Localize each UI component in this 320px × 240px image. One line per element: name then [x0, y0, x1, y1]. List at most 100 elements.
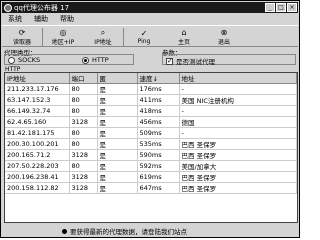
table-cell: 是: [97, 149, 138, 161]
table-row[interactable]: 200.158.112.82 3128 是 647ms 巴西 圣保罗: [5, 182, 297, 194]
ping-icon: ✓: [140, 29, 148, 38]
table-cell: 200.196.238.41: [5, 171, 70, 183]
table-row[interactable]: 62.4.65.160 3128 是 456ms 德国: [5, 116, 297, 128]
table-cell: 80: [69, 94, 98, 106]
reader-label: 读取器: [12, 39, 31, 46]
region-ip-label: 地区+IP: [51, 39, 75, 46]
exit-label: 退出: [217, 39, 230, 46]
http-radio[interactable]: HTTP: [82, 56, 109, 64]
table-cell: 是: [97, 171, 138, 183]
table-cell: 德国: [179, 116, 297, 128]
table-cell: 81.42.181.175: [5, 127, 70, 139]
table-cell: 是: [97, 94, 138, 106]
proxy-table: IP地址 端口 匿 速度↓ 地址 211.233.17.176 80 是 176ms -…: [4, 72, 298, 223]
column-header-speed[interactable]: 速度↓: [137, 73, 180, 84]
table-cell: 456ms: [137, 116, 180, 128]
table-cell: 3128: [69, 182, 98, 194]
home-label: 主页: [177, 39, 190, 46]
table-row[interactable]: 81.42.181.175 80 是 509ms -: [5, 127, 297, 139]
location-icon: ◎: [59, 28, 67, 37]
table-row[interactable]: 211.233.17.176 80 是 176ms -: [5, 83, 297, 95]
column-header-anon[interactable]: 匿: [97, 73, 138, 84]
socks-radio[interactable]: SOCKS: [8, 56, 40, 64]
exit-button[interactable]: ⊗ 退出: [204, 26, 244, 48]
status-text: 要获得最新的代理数据，请登陆我们站点: [70, 228, 187, 236]
table-row[interactable]: 200.30.100.201 80 是 535ms 巴西 圣保罗: [5, 138, 297, 150]
table-cell: -: [179, 83, 297, 95]
reader-button[interactable]: ⟳ 读取器: [2, 26, 42, 48]
table-cell: 巴西 圣保罗: [179, 149, 297, 161]
table-cell: 63.147.152.3: [5, 94, 70, 106]
table-cell: 176ms: [137, 83, 180, 95]
table-cell: 80: [69, 83, 98, 95]
exit-icon: ⊗: [220, 28, 228, 37]
ip-address-label: IP地址: [94, 39, 112, 46]
menu-help[interactable]: 帮助: [54, 14, 80, 24]
ping-button[interactable]: ✓ Ping: [124, 26, 164, 48]
table-cell: 巴西 圣保罗: [179, 182, 297, 194]
table-cell: 美国 NIC注册机构: [179, 94, 297, 106]
options-panel: 代理类型： SOCKS HTTP 参数： ✓ 是否测试代理: [2, 47, 298, 67]
socks-radio-circle: [8, 56, 15, 64]
socks-label: SOCKS: [18, 56, 41, 64]
column-header-location[interactable]: 地址: [179, 73, 297, 84]
table-cell: 巴西 圣保罗: [179, 171, 297, 183]
close-button[interactable]: ×: [287, 3, 297, 12]
table-cell: 535ms: [137, 138, 180, 150]
table-cell: 是: [97, 138, 138, 150]
test-proxy-label: 是否测试代理: [176, 58, 215, 66]
table-cell: 3128: [69, 116, 98, 128]
table-cell: 592ms: [137, 160, 180, 172]
table-cell: 80: [69, 138, 98, 150]
table-cell: 巴西 圣保罗: [179, 138, 297, 150]
title-bar: qq代理公布器 17 _ □ ×: [2, 2, 298, 13]
test-proxy-check-icon: ✓: [166, 56, 173, 65]
table-cell: 3128: [69, 149, 98, 161]
maximize-button[interactable]: □: [276, 3, 286, 12]
table-cell: 是: [97, 105, 138, 117]
region-ip-button[interactable]: ◎ 地区+IP: [43, 26, 83, 48]
test-proxy-checkbox[interactable]: ✓ 是否测试代理: [166, 56, 215, 66]
table-cell: 3128: [69, 171, 98, 183]
app-window: qq代理公布器 17 _ □ × 系统 辅助 帮助 ⟳ 读取器 ◎ 地区+IP …: [0, 0, 300, 238]
minimize-button[interactable]: _: [265, 3, 275, 12]
status-bullet-icon: [62, 228, 67, 234]
binoculars-icon: ⌕: [100, 28, 106, 37]
table-cell: -: [179, 105, 297, 117]
table-cell: 411ms: [137, 94, 180, 106]
refresh-icon: ⟳: [18, 28, 26, 37]
table-cell: 62.4.65.160: [5, 116, 70, 128]
table-row[interactable]: 200.196.238.41 3128 是 619ms 巴西 圣保罗: [5, 171, 297, 183]
table-row[interactable]: 66.149.32.74 80 是 418ms -: [5, 105, 297, 117]
table-row[interactable]: 63.147.152.3 80 是 411ms 美国 NIC注册机构: [5, 94, 297, 106]
table-cell: 是: [97, 83, 138, 95]
table-row[interactable]: 207.50.228.203 80 是 592ms 美国/加拿大: [5, 160, 297, 172]
table-cell: 是: [97, 127, 138, 139]
table-cell: 66.149.32.74: [5, 105, 70, 117]
table-cell: 619ms: [137, 171, 180, 183]
table-cell: -: [179, 127, 297, 139]
http-radio-circle: [82, 56, 89, 64]
home-button[interactable]: ⌂ 主页: [164, 26, 204, 48]
table-cell: 207.50.228.203: [5, 160, 70, 172]
table-cell: 是: [97, 116, 138, 128]
app-logo-icon: [4, 3, 12, 12]
table-row[interactable]: 200.165.71.2 3128 是 590ms 巴西 圣保罗: [5, 149, 297, 161]
http-label: HTTP: [92, 56, 109, 64]
table-cell: 200.165.71.2: [5, 149, 70, 161]
ip-address-button[interactable]: ⌕ IP地址: [83, 26, 123, 48]
column-header-ip[interactable]: IP地址: [5, 73, 70, 84]
table-cell: 418ms: [137, 105, 180, 117]
table-cell: 200.30.100.201: [5, 138, 70, 150]
column-header-port[interactable]: 端口: [69, 73, 98, 84]
table-cell: 647ms: [137, 182, 180, 194]
table-cell: 是: [97, 182, 138, 194]
home-icon: ⌂: [181, 28, 187, 37]
table-cell: 80: [69, 127, 98, 139]
table-header-row: IP地址 端口 匿 速度↓ 地址: [5, 73, 297, 84]
menu-system[interactable]: 系统: [2, 14, 28, 24]
table-cell: 590ms: [137, 149, 180, 161]
toolbar: ⟳ 读取器 ◎ 地区+IP ⌕ IP地址 ✓ Ping ⌂ 主页 ⊗ 退出: [2, 25, 298, 47]
menu-tools[interactable]: 辅助: [28, 14, 54, 24]
menu-bar: 系统 辅助 帮助: [2, 13, 298, 24]
